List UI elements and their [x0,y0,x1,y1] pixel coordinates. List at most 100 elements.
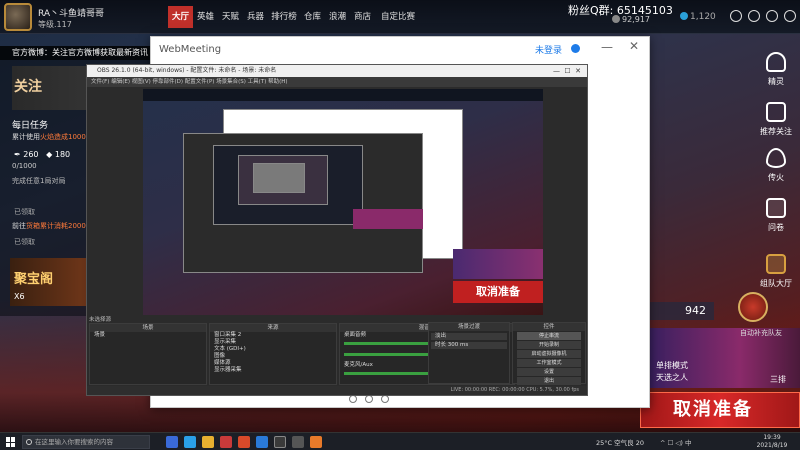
task-description: 累计使用火焰造成1000点 [12,133,93,141]
sidebar-item-fire[interactable]: 传火 [752,148,800,183]
survey-icon [766,198,786,218]
search-icon [26,439,32,445]
scenes-dock: 场景 场景 [89,323,207,385]
treasure-label: 聚宝阁 [14,272,54,287]
mode-subtitle: 天选之人 [656,373,688,382]
scene-item[interactable]: 场景 [90,332,206,339]
source-item[interactable]: 显示采集 [210,339,336,346]
nav-item-warehouse[interactable]: 仓库 [300,6,325,28]
start-icon[interactable] [6,437,16,447]
sidebar-item-recommend[interactable]: 推荐关注 [752,102,800,137]
close-button[interactable]: ✕ [629,39,639,53]
weibo-notice[interactable]: 官方微博：关注官方微博获取最新资讯 [0,46,150,60]
transition-select[interactable]: 淡出 [431,333,507,340]
camera-icon [766,102,786,122]
settings-icon[interactable] [766,10,778,22]
player-level: 等级.117 [38,20,72,29]
flame-icon [766,148,786,168]
studio-mode-button[interactable]: 工作室模式 [517,359,581,367]
main-nav: 大厅 英雄 天赋 兵器 排行榜 仓库 浪潮 商店 自定比赛 [168,6,421,28]
app-icon-2[interactable] [310,436,322,448]
fan-count: 92,917 [612,15,650,24]
edge-icon[interactable] [184,436,196,448]
meeting-app-icon[interactable] [256,436,268,448]
source-item[interactable]: 图像 [210,353,336,360]
stop-stream-button[interactable]: 停止串流 [517,332,581,340]
gear-icon[interactable] [571,44,580,53]
transitions-dock: 场景过渡 淡出 时长 300 ms [428,322,510,384]
sidebar-item-spirit[interactable]: 精灵 [752,52,800,87]
minimize-button[interactable]: — [601,40,613,54]
obs-menu-bar[interactable]: 文件(F) 编辑(E) 视图(V) 停靠部件(D) 配置文件(P) 场景集合(S… [87,77,587,87]
folder-icon[interactable] [202,436,214,448]
coin-icon [680,12,688,20]
source-item[interactable]: 窗口采集 2 [210,332,336,339]
sidebar-item-survey[interactable]: 问卷 [752,198,800,233]
virtual-camera-button[interactable]: 启动虚拟摄像机 [517,350,581,358]
nav-item-talents[interactable]: 天赋 [218,6,243,28]
help-icon[interactable] [730,10,742,22]
start-recording-button[interactable]: 开始录制 [517,341,581,349]
cancel-ready-button[interactable]: 取消准备 [640,392,800,428]
nav-item-weapons[interactable]: 兵器 [243,6,268,28]
camera-toggle-icon[interactable] [365,395,373,403]
source-item[interactable]: 媒体源 [210,360,336,367]
login-status[interactable]: 未登录 [535,43,562,56]
nav-item-custom-match[interactable]: 自定比赛 [375,6,421,28]
preview-cancel-label: 取消准备 [453,281,543,303]
webmeeting-title: WebMeeting [159,44,222,55]
sources-dock: 来源 窗口采集 2 显示采集 文本 (GDI+) 图像 媒体源 显示器采集 [209,323,337,385]
record-icon[interactable] [349,395,357,403]
task-progress: 0/1000 [12,162,37,170]
exit-button[interactable]: 退出 [517,377,581,385]
team-icon [766,254,786,274]
share-icon[interactable] [381,395,389,403]
webmeeting-controls [349,395,389,403]
nav-item-shop[interactable]: 商店 [350,6,375,28]
coin-count: 1,120 [680,12,716,22]
nav-item-leaderboard[interactable]: 排行榜 [268,6,300,28]
nav-item-wave[interactable]: 浪潮 [325,6,350,28]
preview-mode-banner [453,249,543,279]
headset-icon [766,52,786,72]
clock[interactable]: 19:39 2021/8/19 [750,434,794,450]
preview-nested-4 [253,163,305,193]
obs-preview: 取消准备 [143,89,543,315]
game-top-bar: RA丶斗鱼靖哥哥 等级.117 大厅 英雄 天赋 兵器 排行榜 仓库 浪潮 商店… [0,0,800,34]
app-icon[interactable] [292,436,304,448]
player-avatar[interactable] [4,3,32,31]
preview-top-bar [143,89,543,101]
task-item-complete-match: 完成任意1局对局 [12,177,66,185]
source-item[interactable]: 文本 (GDI+) [210,346,336,353]
source-item[interactable]: 显示器采集 [210,367,336,374]
task-view-icon[interactable] [166,436,178,448]
obs-window-controls[interactable]: — ☐ ✕ [553,65,581,77]
reward-icon-2: ◆ [46,150,55,159]
nav-item-heroes[interactable]: 英雄 [193,6,218,28]
douyu-icon[interactable] [238,436,250,448]
transition-duration[interactable]: 时长 300 ms [431,342,507,349]
weather-widget[interactable]: 25°C 空气良 20 [596,437,644,447]
task-claimed-status-2: 已领取 [14,238,35,246]
auto-match-toggle[interactable]: 自动补充队友 [740,328,782,338]
obs-app-icon[interactable] [274,436,286,448]
task-claimed-status: 已领取 [14,208,35,216]
mail-icon[interactable] [748,10,760,22]
mode-tag: 三排 [770,375,786,384]
obs-no-source: 未选择源 [89,317,112,323]
mode-label: 单排模式 [656,361,688,370]
search-input[interactable]: 在这里输入你要搜索的内容 [22,435,150,449]
sidebar-item-team-lobby[interactable]: 组队大厅 [752,254,800,289]
match-count-badge: 942 [650,302,714,320]
game-app-icon[interactable] [220,436,232,448]
nav-item-lobby[interactable]: 大厅 [168,6,193,28]
player-name: RA丶斗鱼靖哥哥 [38,9,105,19]
obs-status-bar: LIVE: 00:00:00 REC: 00:00:00 CPU: 5.7%, … [87,386,587,395]
preview-nested-purple [353,209,423,229]
settings-button[interactable]: 设置 [517,368,581,376]
power-icon[interactable] [784,10,796,22]
system-tray[interactable]: ^ ☐ ◁) 中 [660,437,692,447]
fans-icon [612,15,620,23]
treasure-count: X6 [14,292,25,301]
match-emblem-icon [738,292,768,322]
